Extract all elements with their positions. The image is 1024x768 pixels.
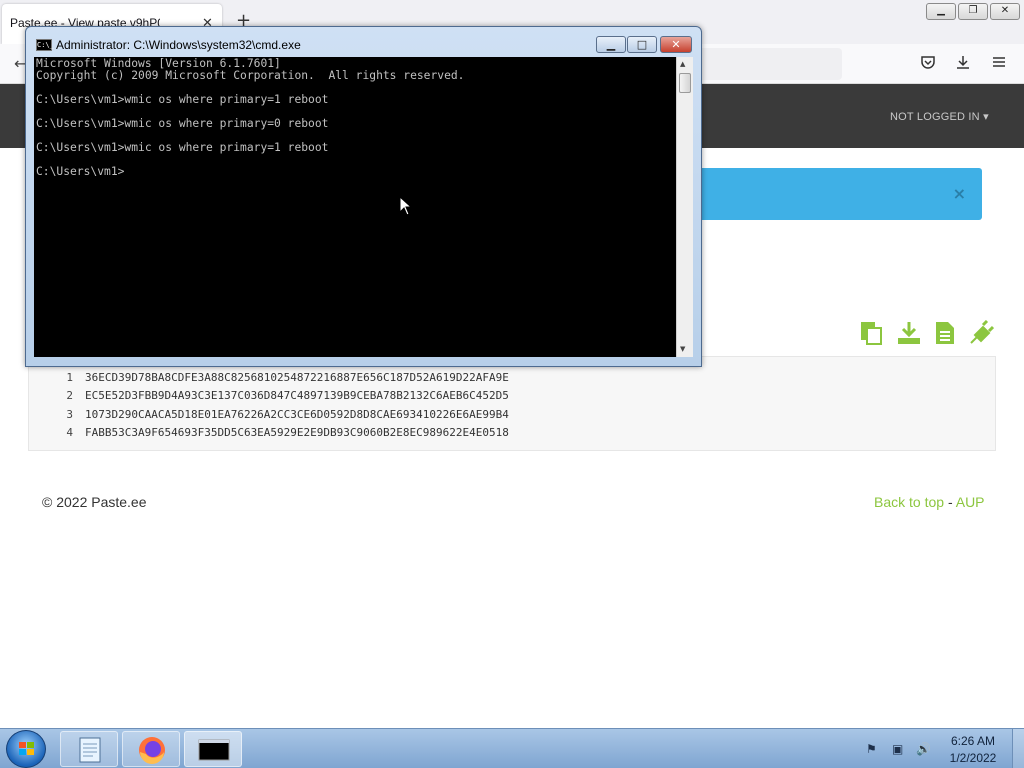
line-text: FABB53C3A9F654693F35DD5C63EA5929E2E9DB93…	[85, 426, 509, 439]
footer-separator: -	[947, 494, 953, 510]
scrollbar-thumb[interactable]	[679, 73, 691, 93]
notepad-icon	[79, 737, 101, 763]
console-line: C:\Users\vm1>wmic os where primary=1 reb…	[36, 141, 329, 154]
line-text: 1073D290CAACA5D18E01EA76226A2CC3CE6D0592…	[85, 408, 509, 421]
console-line: C:\Users\vm1>wmic os where primary=0 reb…	[36, 117, 329, 130]
console-line: C:\Users\vm1>wmic os where primary=1 reb…	[36, 93, 329, 106]
code-line: 3 1073D290CAACA5D18E01EA76226A2CC3CE6D05…	[29, 408, 995, 426]
start-button[interactable]	[6, 730, 46, 768]
cmd-window-icon: C:\_	[36, 39, 54, 51]
console-prompt: C:\Users\vm1>	[36, 165, 125, 178]
clock-date[interactable]: 1/2/2022	[946, 751, 1000, 765]
firefox-icon	[139, 737, 165, 764]
line-number: 1	[66, 371, 73, 384]
clock-time[interactable]: 6:26 AM	[946, 734, 1000, 748]
code-line: 2 EC5E52D3FBB9D4A93C3E137C036D847C489713…	[29, 389, 995, 407]
cmd-window[interactable]: C:\_ Administrator: C:\Windows\system32\…	[25, 26, 702, 367]
copy-icon[interactable]	[858, 320, 884, 352]
network-icon[interactable]: ▣	[892, 742, 903, 756]
desktop: Paste.ee - View paste v9hP0 ✕ + ▁ ❐ ✕ ← …	[0, 0, 1024, 768]
download-icon[interactable]	[955, 54, 971, 74]
account-menu[interactable]: NOT LOGGED IN ▾	[890, 110, 989, 123]
show-desktop-button[interactable]	[1012, 729, 1024, 768]
cmd-console[interactable]: Microsoft Windows [Version 6.1.7601] Cop…	[34, 57, 676, 357]
footer-links: Back to top - AUP	[874, 494, 985, 510]
cmd-maximize-button[interactable]: □	[627, 36, 657, 53]
alert-close-icon[interactable]: ×	[953, 184, 966, 203]
taskbar-notepad[interactable]	[60, 731, 118, 767]
console-line: Copyright (c) 2009 Microsoft Corporation…	[36, 69, 465, 82]
line-text: 36ECD39D78BA8CDFE3A88C825681025487221688…	[85, 371, 509, 384]
line-number: 2	[66, 389, 73, 402]
cmd-minimize-button[interactable]: ▁	[596, 36, 626, 53]
taskbar: ⚑ ▣ 🔊 6:26 AM 1/2/2022	[0, 728, 1024, 768]
footer-copyright: © 2022 Paste.ee	[42, 494, 147, 510]
alert-banner: ×	[690, 168, 982, 220]
browser-close-button[interactable]: ✕	[990, 3, 1020, 20]
code-line: 1 36ECD39D78BA8CDFE3A88C8256810254872216…	[29, 371, 995, 389]
windows-logo-icon	[19, 742, 34, 755]
aup-link[interactable]: AUP	[956, 494, 985, 510]
scroll-down-icon[interactable]: ▼	[680, 345, 685, 353]
cmd-icon	[198, 739, 230, 761]
code-line: 4 FABB53C3A9F654693F35DD5C63EA5929E2E9DB…	[29, 426, 995, 444]
paste-code-box: 1 36ECD39D78BA8CDFE3A88C8256810254872216…	[28, 356, 996, 451]
scroll-up-icon[interactable]: ▲	[680, 60, 685, 68]
account-menu-label: NOT LOGGED IN	[890, 111, 980, 123]
back-to-top-link[interactable]: Back to top	[874, 494, 944, 510]
taskbar-firefox[interactable]	[122, 731, 180, 767]
cmd-scrollbar[interactable]: ▲ ▼	[676, 57, 693, 357]
cmd-close-button[interactable]: ✕	[660, 36, 692, 53]
taskbar-cmd[interactable]	[184, 731, 242, 767]
line-number: 4	[66, 426, 73, 439]
pocket-icon[interactable]	[920, 54, 936, 74]
volume-icon[interactable]: 🔊	[916, 742, 931, 756]
download-icon[interactable]	[896, 320, 922, 352]
action-center-icon[interactable]: ⚑	[866, 742, 877, 756]
plugin-icon[interactable]	[968, 319, 995, 352]
cmd-window-title: Administrator: C:\Windows\system32\cmd.e…	[56, 38, 301, 52]
browser-restore-button[interactable]: ❐	[958, 3, 988, 20]
browser-minimize-button[interactable]: ▁	[926, 3, 956, 20]
menu-icon[interactable]	[991, 54, 1007, 74]
line-number: 3	[66, 408, 73, 421]
raw-icon[interactable]	[932, 320, 958, 352]
line-text: EC5E52D3FBB9D4A93C3E137C036D847C4897139B…	[85, 389, 509, 402]
